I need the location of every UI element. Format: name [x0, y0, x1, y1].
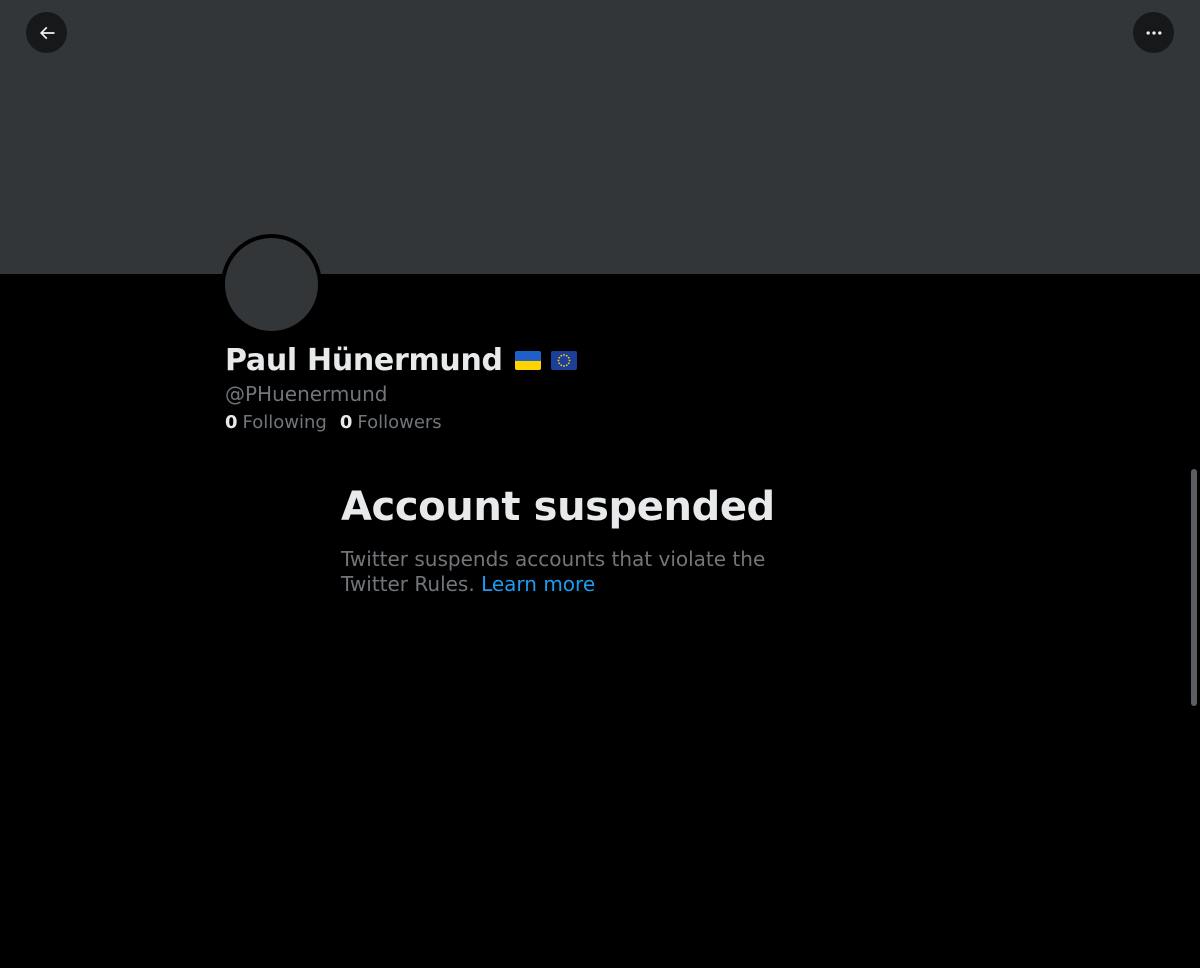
scrollbar[interactable] — [1191, 469, 1197, 706]
ellipsis-icon — [1144, 23, 1164, 43]
learn-more-link[interactable]: Learn more — [481, 572, 595, 596]
eu-flag-icon — [550, 351, 577, 370]
back-button[interactable] — [26, 12, 67, 53]
followers-link[interactable]: 0 Followers — [340, 412, 442, 433]
suspended-message: Twitter suspends accounts that violate t… — [341, 547, 821, 597]
profile-page: Paul Hünermund @PHuenermund 0 Following … — [0, 0, 1200, 968]
followers-label: Followers — [357, 412, 442, 433]
following-link[interactable]: 0 Following — [225, 412, 327, 433]
profile-banner — [0, 0, 1200, 274]
display-name: Paul Hünermund — [225, 343, 503, 378]
arrow-left-icon — [37, 23, 57, 43]
avatar — [221, 234, 322, 335]
user-handle: @PHuenermund — [225, 382, 388, 406]
followers-count: 0 — [339, 412, 353, 433]
following-count: 0 — [225, 412, 238, 433]
display-name-row: Paul Hünermund — [225, 343, 577, 378]
ukraine-flag-icon — [514, 351, 541, 370]
suspended-title: Account suspended — [341, 484, 775, 530]
follow-stats: 0 Following 0 Followers — [225, 412, 455, 433]
following-label: Following — [242, 412, 327, 433]
more-options-button[interactable] — [1133, 12, 1174, 53]
